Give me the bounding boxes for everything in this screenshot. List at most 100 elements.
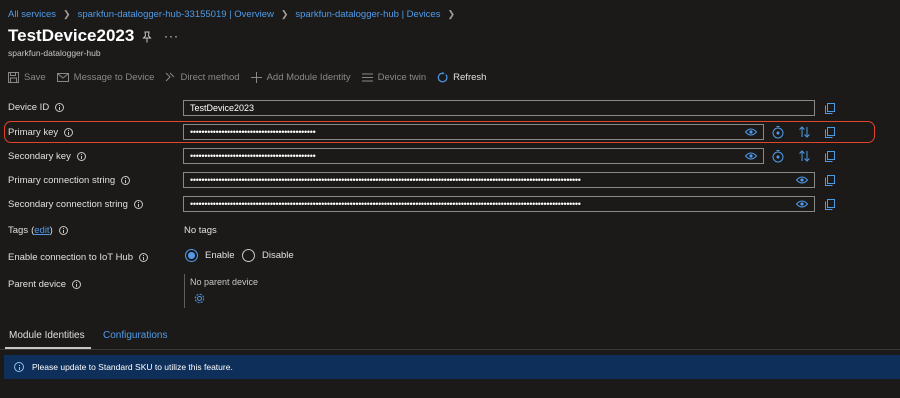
info-banner-text: Please update to Standard SKU to utilize… xyxy=(32,362,233,372)
copy-primary-connection-string-button[interactable] xyxy=(823,173,837,187)
primary-connection-string-label: Primary connection string xyxy=(8,175,116,186)
primary-key-field[interactable]: ••••••••••••••••••••••••••••••••••••••••… xyxy=(183,124,764,140)
copy-icon xyxy=(825,150,835,162)
info-icon[interactable] xyxy=(55,103,65,112)
primary-connection-string-field[interactable]: ••••••••••••••••••••••••••••••••••••••••… xyxy=(183,172,815,188)
copy-icon xyxy=(825,126,835,138)
breadcrumb: All services ❯ sparkfun-datalogger-hub-3… xyxy=(8,9,462,20)
chevron-right-icon: ❯ xyxy=(280,9,289,19)
disable-label: Disable xyxy=(262,250,294,261)
secondary-key-value: ••••••••••••••••••••••••••••••••••••••••… xyxy=(190,151,316,161)
list-icon xyxy=(361,73,373,81)
primary-key-label-row: Primary key xyxy=(8,127,74,138)
direct-method-icon xyxy=(166,72,175,82)
plus-icon xyxy=(250,71,262,83)
secondary-connection-string-label-row: Secondary connection string xyxy=(8,199,143,210)
swap-keys-button[interactable] xyxy=(797,149,811,163)
info-icon[interactable] xyxy=(64,128,74,137)
save-label: Save xyxy=(24,71,46,83)
key-regenerate-icon xyxy=(772,125,784,138)
copy-secondary-key-button[interactable] xyxy=(823,149,837,163)
breadcrumb-all-services[interactable]: All services xyxy=(8,9,56,20)
regenerate-primary-key-button[interactable] xyxy=(771,125,785,139)
swap-icon xyxy=(798,150,810,162)
breadcrumb-hub-devices[interactable]: sparkfun-datalogger-hub | Devices xyxy=(295,9,440,20)
parent-device-divider xyxy=(184,274,185,308)
primary-key-label: Primary key xyxy=(8,127,59,138)
eye-icon[interactable] xyxy=(796,176,808,184)
info-icon[interactable] xyxy=(139,253,148,262)
radio-unselected-icon xyxy=(242,249,255,262)
command-bar: Save Message to Device Direct method Add… xyxy=(8,70,497,84)
add-module-identity-label: Add Module Identity xyxy=(266,71,351,83)
info-banner: Please update to Standard SKU to utilize… xyxy=(4,355,900,379)
info-icon[interactable] xyxy=(121,176,131,185)
info-icon xyxy=(14,362,24,372)
refresh-button[interactable]: Refresh xyxy=(437,71,487,83)
refresh-icon xyxy=(437,71,448,82)
parent-device-label: Parent device xyxy=(8,279,67,290)
save-button[interactable]: Save xyxy=(8,71,46,83)
parent-device-label-row: Parent device xyxy=(8,279,82,290)
copy-icon xyxy=(825,102,835,114)
primary-connection-string-label-row: Primary connection string xyxy=(8,175,131,186)
secondary-connection-string-field[interactable]: ••••••••••••••••••••••••••••••••••••••••… xyxy=(183,196,815,212)
enable-label: Enable xyxy=(205,250,235,261)
secondary-key-field[interactable]: ••••••••••••••••••••••••••••••••••••••••… xyxy=(183,148,764,164)
device-twin-button[interactable]: Device twin xyxy=(361,71,427,83)
secondary-key-label: Secondary key xyxy=(8,151,71,162)
copy-device-id-button[interactable] xyxy=(823,101,837,115)
mail-icon xyxy=(56,72,69,82)
connection-label-row: Enable connection to IoT Hub xyxy=(8,252,148,263)
secondary-key-label-row: Secondary key xyxy=(8,151,86,162)
secondary-connection-string-label: Secondary connection string xyxy=(8,199,128,210)
tags-close-paren: ) xyxy=(49,225,53,236)
swap-keys-button[interactable] xyxy=(797,125,811,139)
device-id-label-row: Device ID xyxy=(8,102,65,113)
swap-icon xyxy=(798,126,810,138)
connection-label: Enable connection to IoT Hub xyxy=(8,252,133,263)
tags-label: Tags xyxy=(8,225,29,236)
tabs-divider xyxy=(0,349,900,350)
radio-selected-icon xyxy=(185,249,198,262)
device-twin-label: Device twin xyxy=(377,71,427,83)
tags-value: No tags xyxy=(184,225,217,236)
disable-radio[interactable]: Disable xyxy=(242,249,294,262)
chevron-right-icon: ❯ xyxy=(447,9,456,19)
chevron-right-icon: ❯ xyxy=(63,9,71,19)
add-module-identity-button[interactable]: Add Module Identity xyxy=(250,71,351,83)
parent-device-value: No parent device xyxy=(190,277,259,287)
breadcrumb-hub-overview[interactable]: sparkfun-datalogger-hub-33155019 | Overv… xyxy=(78,9,274,20)
more-options-icon[interactable]: ··· xyxy=(164,29,179,43)
page-subtitle: sparkfun-datalogger-hub xyxy=(8,48,101,58)
secondary-connection-string-value: ••••••••••••••••••••••••••••••••••••••••… xyxy=(190,199,581,209)
info-icon[interactable] xyxy=(76,152,86,161)
eye-icon[interactable] xyxy=(796,200,808,208)
copy-primary-key-button[interactable] xyxy=(823,125,837,139)
device-id-value: TestDevice2023 xyxy=(190,103,255,113)
tab-module-identities[interactable]: Module Identities xyxy=(9,330,85,341)
device-id-field[interactable]: TestDevice2023 xyxy=(183,100,815,116)
tab-configurations[interactable]: Configurations xyxy=(103,330,167,341)
message-to-device-button[interactable]: Message to Device xyxy=(56,72,154,83)
direct-method-button[interactable]: Direct method xyxy=(165,71,240,83)
page-title: TestDevice2023 xyxy=(8,26,135,45)
info-icon[interactable] xyxy=(58,226,68,235)
copy-icon xyxy=(825,174,835,186)
save-icon xyxy=(8,71,19,83)
enable-radio[interactable]: Enable xyxy=(185,249,235,262)
pin-icon[interactable] xyxy=(142,31,152,43)
gear-icon[interactable] xyxy=(194,293,205,304)
key-regenerate-icon xyxy=(772,149,784,162)
tags-edit-link[interactable]: edit xyxy=(34,225,49,236)
eye-icon[interactable] xyxy=(745,128,757,136)
device-id-label: Device ID xyxy=(8,102,50,113)
refresh-label: Refresh xyxy=(453,71,487,83)
info-icon[interactable] xyxy=(133,200,143,209)
tags-label-row: Tags (edit) xyxy=(8,225,68,236)
regenerate-secondary-key-button[interactable] xyxy=(771,149,785,163)
direct-method-label: Direct method xyxy=(180,71,240,83)
info-icon[interactable] xyxy=(72,280,82,289)
eye-icon[interactable] xyxy=(745,152,757,160)
copy-secondary-connection-string-button[interactable] xyxy=(823,197,837,211)
